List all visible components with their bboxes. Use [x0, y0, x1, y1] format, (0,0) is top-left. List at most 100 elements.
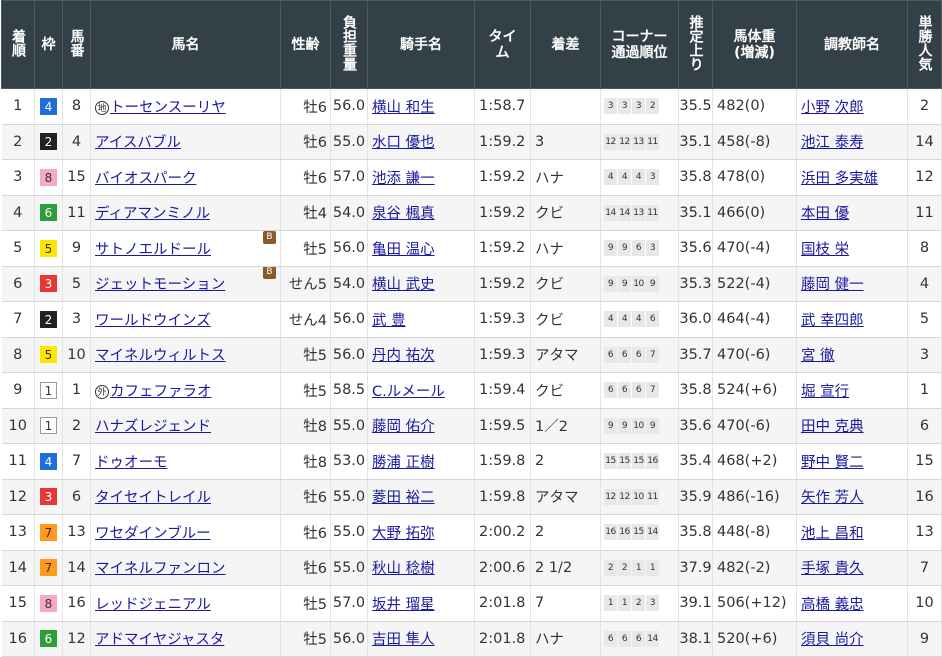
horse-name-link[interactable]: タイセイトレイル — [95, 490, 211, 506]
rank-value: 10 — [8, 417, 27, 434]
trainer-name-link[interactable]: 須貝 尚介 — [801, 632, 864, 648]
jockey-name-link[interactable]: 池添 謙一 — [372, 171, 435, 187]
trainer-name-link[interactable]: 矢作 芳人 — [801, 490, 864, 506]
corner-position: 4 — [618, 169, 631, 186]
trainer-cell: 国枝 栄 — [796, 230, 908, 267]
horse-cell: アドマイヤジャスタ — [90, 621, 281, 657]
corner-cell: 9 9 10 9 — [600, 408, 679, 444]
waku-cell: 1 — [34, 372, 63, 409]
horse-name-link[interactable]: アイスバブル — [95, 135, 181, 151]
last3f-cell: 35.6 — [678, 408, 713, 444]
horse-number: 7 — [71, 453, 82, 470]
time-cell: 1:59.2 — [474, 124, 531, 160]
trainer-name-link[interactable]: 野中 賢二 — [801, 455, 864, 471]
horse-name-link[interactable]: サトノエルドール — [95, 242, 211, 258]
trainer-name-link[interactable]: 池上 昌和 — [801, 526, 864, 542]
horse-name-link[interactable]: ドゥオーモ — [95, 455, 168, 471]
weight-cell: 56.0 — [330, 621, 368, 657]
jockey-cell: 秋山 稔樹 — [367, 550, 475, 586]
popularity-value: 14 — [915, 133, 934, 150]
waku-cell: 2 — [34, 124, 63, 160]
horse-cell: マイネルウィルトス — [90, 337, 281, 373]
weight-cell: 57.0 — [330, 585, 368, 622]
margin-value: 2 1/2 — [535, 559, 573, 576]
horse-name-link[interactable]: トーセンスーリヤ — [110, 100, 226, 116]
trainer-name-link[interactable]: 武 幸四郎 — [801, 313, 864, 329]
horse-name-link[interactable]: バイオスパーク — [95, 171, 197, 187]
popularity-value: 13 — [915, 524, 934, 541]
corner-position: 9 — [618, 417, 631, 434]
horse-name-link[interactable]: マイネルウィルトス — [95, 348, 226, 364]
jockey-name-link[interactable]: 菱田 裕二 — [372, 490, 435, 506]
number-cell: 10 — [62, 337, 91, 373]
horse-name-link[interactable]: ジェットモーション — [95, 277, 225, 293]
waku-badge: 1 — [40, 417, 57, 435]
horse-number: 11 — [67, 204, 86, 221]
trainer-name-link[interactable]: 浜田 多実雄 — [801, 171, 878, 187]
jockey-name-link[interactable]: 秋山 稔樹 — [372, 561, 435, 577]
rank-cell: 15 — [1, 585, 35, 622]
trainer-name-link[interactable]: 田中 克典 — [801, 419, 864, 435]
weight-cell: 56.0 — [330, 230, 368, 267]
jockey-name-link[interactable]: 藤岡 佑介 — [372, 419, 435, 435]
corner-position: 11 — [646, 204, 659, 221]
jockey-name-link[interactable]: 水口 優也 — [372, 135, 435, 151]
time-value: 2:01.8 — [479, 630, 526, 647]
horse-name-link[interactable]: ディアマンミノル — [95, 206, 210, 222]
horse-name-link[interactable]: レッドジェニアル — [95, 597, 211, 613]
body-weight-cell: 470(-6) — [712, 408, 797, 444]
waku-cell: 6 — [34, 621, 63, 657]
jockey-name-link[interactable]: 武 豊 — [372, 313, 406, 329]
trainer-name-link[interactable]: 本田 優 — [801, 206, 849, 222]
horse-name-link[interactable]: マイネルファンロン — [95, 561, 226, 577]
corner-cell: 12 12 13 11 — [600, 124, 679, 160]
time-cell: 1:59.2 — [474, 159, 531, 196]
header-time: タイム — [474, 0, 531, 89]
horse-name-link[interactable]: カフェファラオ — [110, 384, 212, 400]
trainer-cell: 矢作 芳人 — [796, 479, 908, 515]
jockey-name-link[interactable]: 大野 拓弥 — [372, 526, 435, 542]
jockey-name-link[interactable]: 横山 武史 — [372, 277, 435, 293]
corner-position: 12 — [618, 488, 631, 505]
corner-position: 6 — [632, 346, 645, 363]
corner-position: 3 — [646, 240, 659, 257]
time-cell: 1:59.3 — [474, 301, 531, 338]
trainer-cell: 池江 泰寿 — [796, 124, 908, 160]
trainer-name-link[interactable]: 宮 徹 — [801, 348, 835, 364]
horse-name-link[interactable]: ワセダインブルー — [95, 526, 211, 542]
corner-position: 6 — [618, 346, 631, 363]
jockey-name-link[interactable]: 亀田 温心 — [372, 242, 435, 258]
horse-name-link[interactable]: アドマイヤジャスタ — [95, 632, 224, 648]
trainer-cell: 手塚 貴久 — [796, 550, 908, 586]
jockey-name-link[interactable]: C.ルメール — [372, 384, 445, 400]
time-value: 2:00.2 — [479, 524, 526, 541]
jockey-name-link[interactable]: 横山 和生 — [372, 100, 435, 116]
popularity-cell: 4 — [907, 266, 942, 302]
number-cell: 2 — [62, 408, 91, 444]
table-header-row: 着順 枠 馬番 馬名 性齢 負担重量 騎手名 タイム 着差 コーナー通過順位 推… — [1, 0, 942, 89]
jockey-name-link[interactable]: 吉田 隼人 — [372, 632, 435, 648]
weight-value: 55.0 — [332, 488, 366, 505]
jockey-name-link[interactable]: 泉谷 楓真 — [372, 206, 435, 222]
trainer-name-link[interactable]: 池江 泰寿 — [801, 135, 864, 151]
trainer-name-link[interactable]: 藤岡 健一 — [801, 277, 864, 293]
table-row: 16 6 12 アドマイヤジャスタ 牡5 56.0 吉田 隼人 2:01.8 ハナ 6 6 6 14 38… — [1, 621, 942, 657]
jockey-name-link[interactable]: 坂井 瑠星 — [372, 597, 435, 613]
jockey-name-link[interactable]: 勝浦 正樹 — [372, 455, 435, 471]
trainer-name-link[interactable]: 高橋 義忠 — [801, 597, 864, 613]
jockey-cell: 勝浦 正樹 — [367, 443, 475, 480]
popularity-value: 3 — [919, 346, 930, 363]
rank-value: 4 — [13, 204, 23, 221]
horse-name-link[interactable]: ワールドウインズ — [95, 313, 211, 329]
last3f-cell: 37.9 — [678, 550, 713, 586]
weight-value: 54.0 — [332, 204, 366, 221]
trainer-name-link[interactable]: 国枝 栄 — [801, 242, 849, 258]
time-value: 2:01.8 — [479, 595, 526, 612]
horse-name-link[interactable]: ハナズレジェンド — [95, 419, 211, 435]
trainer-name-link[interactable]: 堀 宣行 — [801, 384, 849, 400]
corner-position: 1 — [632, 559, 645, 576]
trainer-name-link[interactable]: 手塚 貴久 — [801, 561, 864, 577]
body-weight-cell: 448(-8) — [712, 514, 797, 551]
jockey-name-link[interactable]: 丹内 祐次 — [372, 348, 435, 364]
trainer-name-link[interactable]: 小野 次郎 — [801, 100, 864, 116]
